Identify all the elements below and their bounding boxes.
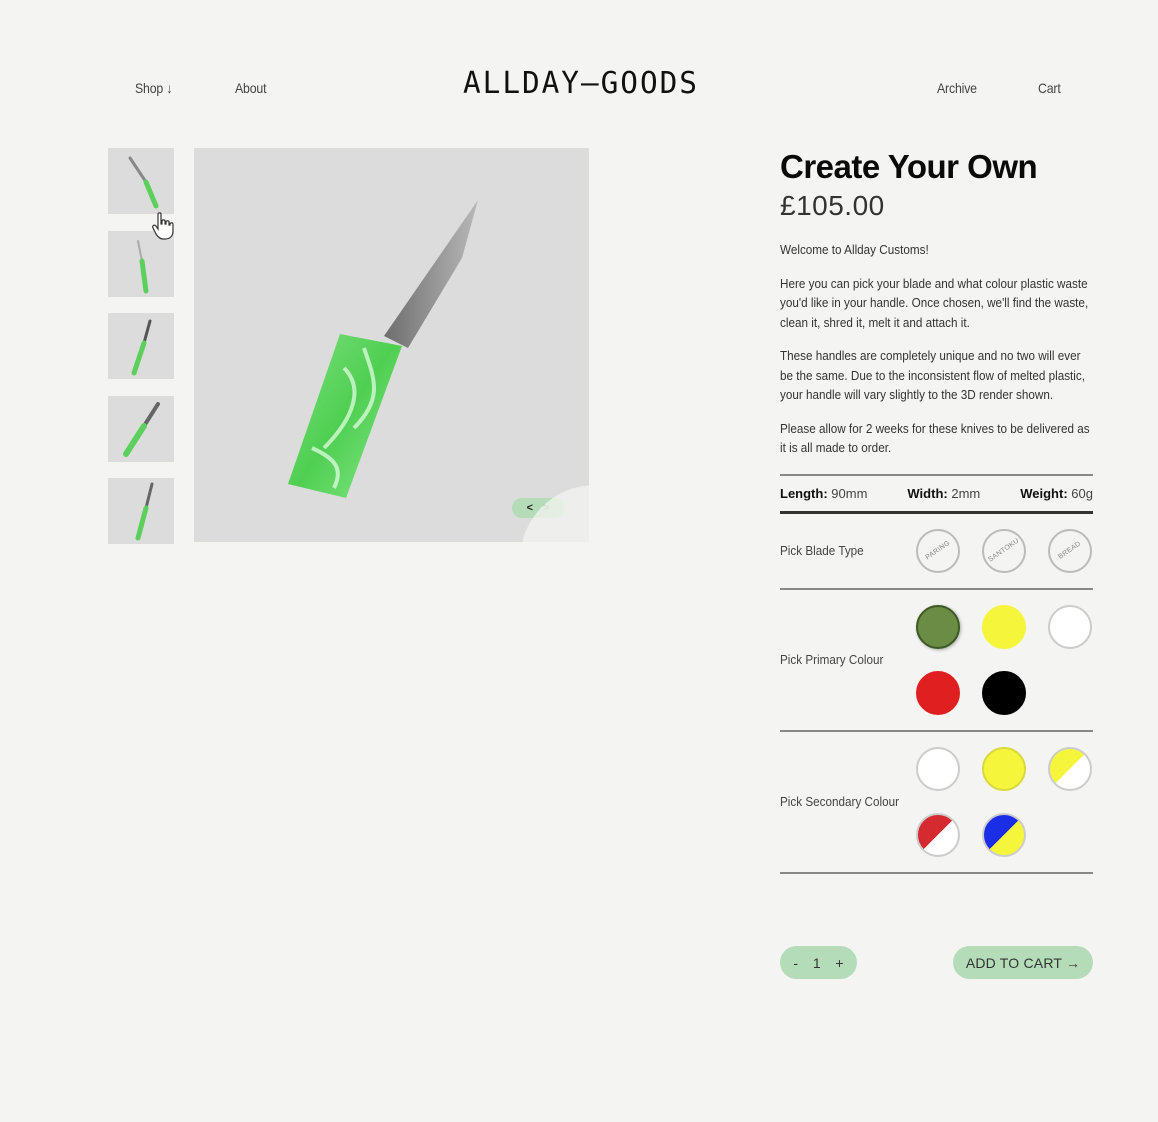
product-title: Create Your Own	[780, 148, 1038, 185]
blade-option-paring[interactable]: PARING	[916, 528, 960, 573]
secondary-colour-blue-yellow[interactable]	[982, 812, 1026, 857]
secondary-colour-white[interactable]	[916, 746, 960, 791]
quantity-value[interactable]: 1	[813, 955, 821, 971]
quantity-stepper: - 1 +	[780, 946, 857, 979]
spec-value: 90mm	[831, 485, 868, 501]
nav-cart[interactable]: Cart	[1038, 80, 1061, 96]
overlay-circle	[520, 485, 670, 635]
thumbnail-5[interactable]	[108, 478, 174, 544]
primary-colour-label: Pick Primary Colour	[780, 652, 884, 667]
product-price: £105.00	[780, 190, 885, 221]
description-paragraph: These handles are completely unique and …	[780, 348, 1086, 402]
primary-colour-black[interactable]	[982, 670, 1026, 715]
prev-image-button[interactable]: <	[527, 502, 533, 514]
quantity-decrease-button[interactable]: -	[793, 955, 798, 971]
primary-colour-row: Pick Primary Colour	[780, 590, 1093, 730]
blade-type-label: Pick Blade Type	[780, 543, 864, 558]
spec-label: Width:	[907, 485, 948, 501]
hand-cursor-icon	[152, 212, 174, 240]
add-to-cart-button[interactable]: ADD TO CART →	[953, 946, 1093, 979]
primary-colour-options	[916, 604, 1092, 715]
blade-option-santoku[interactable]: SANTOKU	[982, 528, 1026, 573]
secondary-colour-label: Pick Secondary Colour	[780, 794, 900, 809]
secondary-colour-yellow[interactable]	[982, 746, 1026, 791]
spec-value: 60g	[1071, 485, 1093, 501]
knife-thumbnail-image	[123, 401, 160, 457]
blade-option-label: SANTOKU	[987, 537, 1021, 564]
spec-list: Length: 90mm Width: 2mm Weight: 60g	[780, 476, 1093, 511]
spec-label: Weight:	[1020, 485, 1068, 501]
primary-colour-white[interactable]	[1048, 604, 1092, 649]
blade-option-label: PARING	[924, 539, 952, 562]
description-paragraph: Please allow for 2 weeks for these knive…	[780, 420, 1090, 456]
spec-label: Length:	[780, 485, 828, 501]
nav-shop[interactable]: Shop ↓	[135, 80, 172, 96]
primary-colour-green[interactable]	[916, 604, 960, 649]
blade-options: PARING SANTOKU BREAD	[916, 528, 1092, 573]
spec-weight: Weight: 60g	[1020, 486, 1093, 501]
knife-thumbnail-image	[137, 239, 149, 293]
spec-value: 2mm	[951, 485, 981, 501]
product-main-image: < >	[194, 148, 589, 542]
spec-width: Width: 2mm	[907, 486, 980, 501]
quantity-increase-button[interactable]: +	[835, 955, 843, 971]
blade-type-row: Pick Blade Type PARING SANTOKU BREAD	[780, 514, 1093, 588]
knife-thumbnail-image	[128, 156, 159, 209]
site-logo[interactable]: ALLDAY—GOODS	[463, 66, 699, 101]
thumbnail-3[interactable]	[108, 313, 174, 379]
thumbnail-2[interactable]	[108, 230, 174, 297]
description-paragraph: Here you can pick your blade and what co…	[780, 275, 1089, 330]
primary-colour-yellow[interactable]	[982, 604, 1026, 649]
description-intro: Welcome to Allday Customs!	[780, 242, 929, 257]
thumbnail-list	[108, 148, 174, 561]
blade-option-label: BREAD	[1057, 540, 1083, 561]
product-panel: Create Your Own £105.00 Welcome to Allda…	[780, 148, 1093, 874]
nav-about[interactable]: About	[235, 80, 266, 96]
blade-option-bread[interactable]: BREAD	[1048, 528, 1092, 573]
secondary-colour-options	[916, 746, 1092, 857]
nav-archive[interactable]: Archive	[937, 80, 977, 96]
primary-colour-red[interactable]	[916, 670, 960, 715]
secondary-colour-row: Pick Secondary Colour	[780, 732, 1093, 872]
thumbnail-1[interactable]	[108, 148, 174, 214]
secondary-colour-red-white[interactable]	[916, 812, 960, 857]
divider	[780, 871, 1093, 874]
thumbnail-4[interactable]	[108, 395, 174, 462]
secondary-colour-yellow-white[interactable]	[1048, 746, 1092, 791]
knife-thumbnail-image	[135, 482, 154, 541]
knife-render-image	[288, 200, 478, 498]
knife-thumbnail-image	[131, 319, 152, 376]
spec-length: Length: 90mm	[780, 486, 867, 501]
